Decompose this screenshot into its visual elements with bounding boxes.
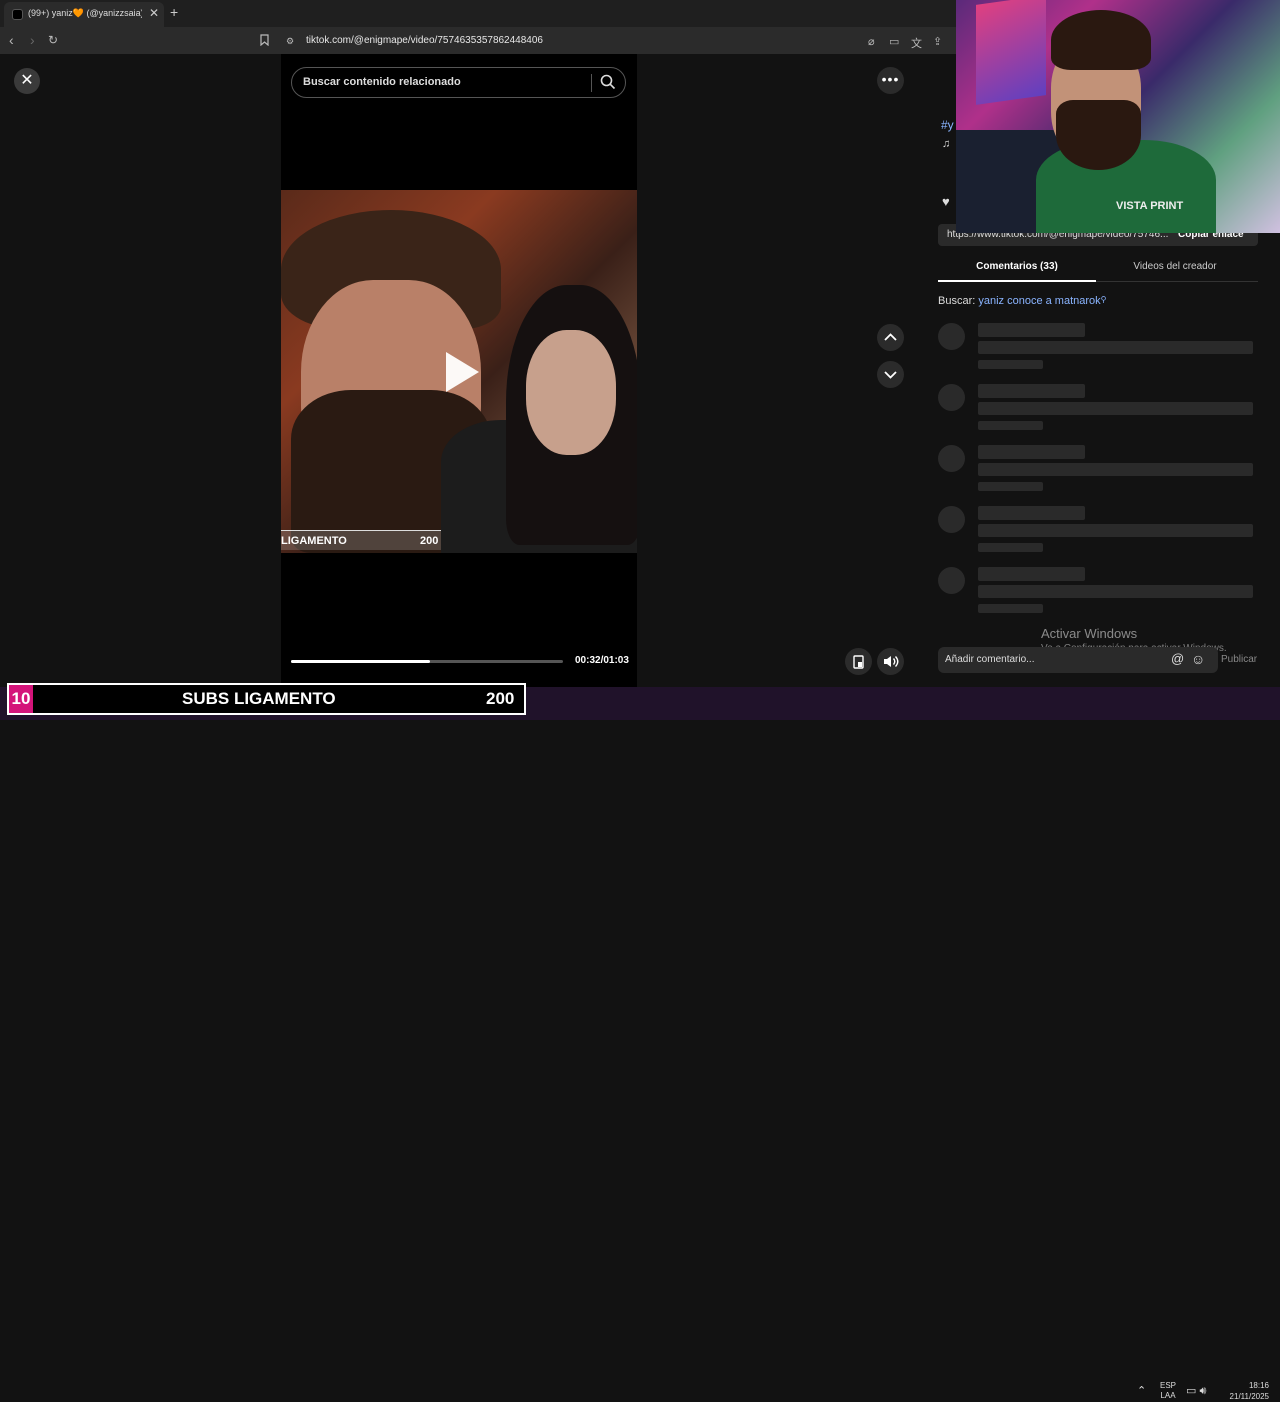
active-tab-indicator [938, 280, 1096, 282]
subs-goal-count: 200 [486, 689, 515, 708]
skeleton-line [978, 463, 1253, 476]
search-small-icon: ⚲ [1100, 295, 1107, 304]
new-tab-button[interactable]: + [170, 4, 178, 20]
skeleton-line [978, 506, 1085, 520]
more-options-icon[interactable]: ••• [877, 67, 904, 94]
video-woman-face [526, 330, 616, 455]
skeleton-line [978, 384, 1085, 398]
skeleton-line [978, 323, 1085, 337]
streamer-webcam: VISTA PRINT [956, 0, 1280, 233]
tiktok-favicon-icon [12, 9, 23, 20]
skeleton-avatar [938, 567, 965, 594]
back-icon[interactable]: ‹ [9, 32, 14, 48]
skeleton-avatar [938, 323, 965, 350]
related-search-input[interactable]: Buscar contenido relacionado [291, 67, 626, 98]
webcam-shirt-text: VISTA PRINT [1116, 200, 1184, 212]
reload-icon[interactable]: ↻ [48, 33, 58, 47]
share-icon[interactable]: ⇪ [933, 35, 942, 48]
clock-time: 18:16 [1248, 1381, 1269, 1390]
picture-in-picture-icon[interactable] [845, 648, 872, 675]
search-icon[interactable] [600, 74, 616, 95]
search-prefix: Buscar: [938, 295, 976, 307]
music-note-icon: ♫ [942, 138, 951, 150]
tray-chevron-up-icon[interactable]: ⌃ [1137, 1384, 1146, 1397]
skeleton-line [978, 341, 1253, 354]
video-progress-bar[interactable] [291, 660, 563, 663]
taskbar-clock[interactable]: 18:16 21/11/2025 [1225, 1380, 1269, 1402]
tab-close-icon[interactable]: ✕ [149, 6, 159, 20]
skeleton-avatar [938, 445, 965, 472]
search-suggestion-link[interactable]: yaniz conoce a matnarok [978, 295, 1100, 307]
translate-icon[interactable]: 文 [911, 35, 922, 51]
webcam-hair [1051, 10, 1151, 70]
mention-icon[interactable]: @ [1171, 651, 1184, 666]
lang-line-1: ESP [1160, 1381, 1177, 1390]
panel-tabs: Comentarios (33) Videos del creador [938, 254, 1258, 282]
video-time: 00:32/01:03 [575, 655, 629, 666]
tab-title: (99+) yaniz🧡 (@yanizzsaia) | TikTok [28, 8, 142, 18]
site-info-icon[interactable]: ⚙ [286, 36, 294, 47]
comment-input[interactable]: Añadir comentario... @ ☺ [938, 647, 1218, 673]
skeleton-line [978, 482, 1043, 491]
subs-goal-label: SUBS LIGAMENTO [182, 689, 336, 708]
video-overlay-count: 200 [420, 535, 439, 547]
heart-icon[interactable]: ♥ [942, 194, 950, 209]
skeleton-avatar [938, 506, 965, 533]
search-divider [591, 74, 592, 92]
close-icon[interactable]: ✕ [14, 68, 40, 94]
bookmark-icon[interactable] [260, 34, 269, 49]
browser-tab[interactable]: (99+) yaniz🧡 (@yanizzsaia) | TikTok ✕ [4, 2, 164, 27]
emoji-icon[interactable]: ☺ [1191, 651, 1205, 667]
skeleton-line [978, 360, 1043, 369]
url-text: tiktok.com/@enigmape/video/7574635357862… [306, 35, 543, 46]
video-subs-overlay: LIGAMENTO 200 [281, 530, 441, 550]
webcam-poster [976, 0, 1046, 105]
tray-network-volume-icon[interactable]: ▭ 🔊︎ [1186, 1384, 1206, 1398]
tab-creator-videos[interactable]: Videos del creador [1096, 261, 1254, 272]
volume-icon[interactable] [877, 648, 904, 675]
forward-icon[interactable]: › [30, 32, 35, 48]
address-bar[interactable]: ⚙ tiktok.com/@enigmape/video/75746353578… [256, 30, 956, 52]
skeleton-avatar [938, 384, 965, 411]
clock-date: 21/11/2025 [1229, 1392, 1269, 1401]
comment-search-suggestion[interactable]: Buscar: yaniz conoce a matnarok⚲ [938, 295, 1107, 307]
video-player: Buscar contenido relacionado LIGAMENTO 2… [281, 54, 637, 687]
video-overlay-label: LIGAMENTO [281, 535, 347, 547]
play-icon[interactable] [446, 352, 479, 392]
skeleton-line [978, 524, 1253, 537]
windows-activation-title: Activar Windows [1041, 626, 1138, 641]
comment-placeholder: Añadir comentario... [945, 654, 1035, 665]
subs-goal-overlay: 10 SUBS LIGAMENTO 200 [7, 683, 526, 715]
skeleton-line [978, 402, 1253, 415]
skeleton-line [978, 543, 1043, 552]
skeleton-line [978, 585, 1253, 598]
video-frame[interactable]: LIGAMENTO 200 [281, 190, 637, 553]
chevron-down-icon[interactable] [877, 361, 904, 388]
cast-icon[interactable]: ▭ [889, 35, 899, 48]
lang-line-2: LAA [1160, 1391, 1176, 1400]
skeleton-line [978, 421, 1043, 430]
tab-comments[interactable]: Comentarios (33) [938, 261, 1096, 272]
keyboard-language[interactable]: ESP LAA [1160, 1381, 1176, 1401]
skeleton-line [978, 445, 1085, 459]
webcam-beard [1056, 100, 1141, 170]
chevron-up-icon[interactable] [877, 324, 904, 351]
skeleton-line [978, 567, 1085, 581]
hashtag-link[interactable]: #y [941, 118, 954, 132]
video-progress-fill [291, 660, 430, 663]
publish-button[interactable]: Publicar [1221, 654, 1257, 665]
subs-goal-number: 10 [9, 685, 33, 713]
search-placeholder: Buscar contenido relacionado [303, 76, 461, 88]
reader-off-icon[interactable]: ⌀ [868, 35, 875, 48]
skeleton-line [978, 604, 1043, 613]
